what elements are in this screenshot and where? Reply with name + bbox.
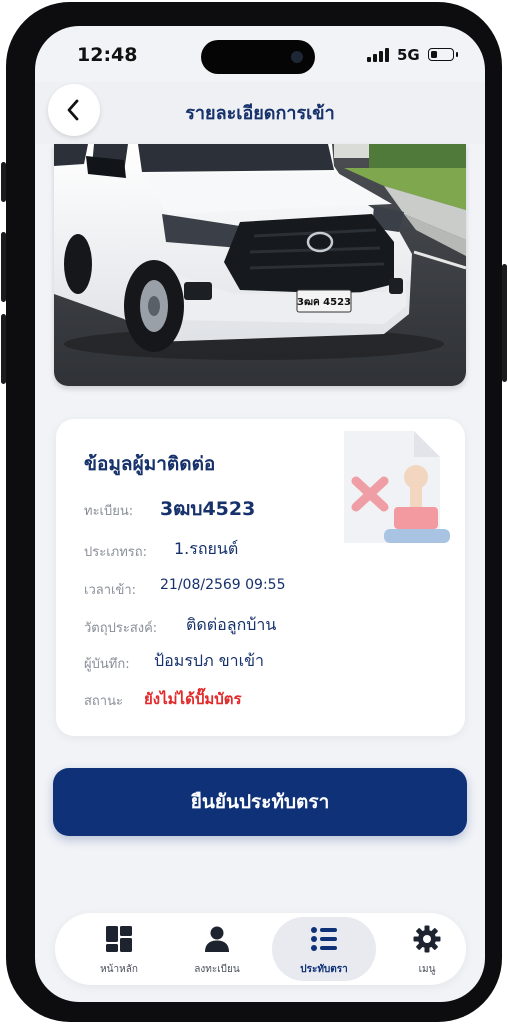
nav-item-register[interactable]: ลงทะเบียน bbox=[165, 917, 269, 981]
field-value-vehicle-type: 1.รถยนต์ bbox=[174, 539, 239, 558]
chevron-left-icon bbox=[67, 99, 79, 121]
dynamic-island bbox=[201, 40, 315, 74]
list-icon bbox=[311, 927, 337, 951]
camera-icon bbox=[291, 51, 303, 63]
vehicle-photo: 3ฒค 4523 bbox=[54, 144, 466, 386]
nav-label-menu: เมนู bbox=[418, 964, 436, 975]
volume-up-button bbox=[1, 232, 6, 302]
nav-label-register: ลงทะเบียน bbox=[194, 964, 240, 975]
user-icon bbox=[205, 926, 229, 952]
field-value-entry-time: 21/08/2569 09:55 bbox=[160, 577, 286, 593]
nav-item-home[interactable]: หน้าหลัก bbox=[67, 917, 171, 981]
bottom-nav: หน้าหลัก ลงทะเบียน ประทับตรา เมนู bbox=[55, 913, 466, 985]
field-value-recorder: ป้อมรปภ ขาเข้า bbox=[154, 651, 265, 670]
nav-item-menu[interactable]: เมนู bbox=[375, 917, 479, 981]
visitor-info-card: ข้อมูลผู้มาติดต่อ ทะเบียน: 3ฒบ4523 ประเภ… bbox=[56, 419, 465, 736]
gear-icon bbox=[413, 925, 441, 953]
field-value-purpose: ติดต่อลูกบ้าน bbox=[186, 615, 277, 634]
field-label: ผู้บันทึก: bbox=[84, 657, 130, 672]
battery-icon bbox=[428, 48, 458, 61]
card-title: ข้อมูลผู้มาติดต่อ bbox=[84, 453, 216, 475]
field-value-plate: 3ฒบ4523 bbox=[160, 498, 256, 520]
phone-frame: 12:48 5G รายละเอียดการเข้า 3ฒค 4523 ข้อม… bbox=[1, 2, 507, 1022]
page-title: รายละเอียดการเข้า bbox=[185, 103, 335, 124]
header-bar: รายละเอียดการเข้า bbox=[35, 82, 485, 144]
field-label: เวลาเข้า: bbox=[84, 583, 137, 598]
field-label: สถานะ bbox=[84, 694, 123, 709]
network-type: 5G bbox=[397, 46, 420, 64]
field-label: ทะเบียน: bbox=[84, 504, 134, 519]
stamp-reject-icon bbox=[344, 431, 450, 543]
status-time: 12:48 bbox=[77, 44, 138, 66]
battery-level bbox=[431, 51, 437, 58]
vehicle-image: 3ฒค 4523 bbox=[54, 144, 466, 386]
confirm-stamp-button[interactable]: ยืนยันประทับตรา bbox=[53, 768, 467, 836]
field-label: วัตถุประสงค์: bbox=[84, 621, 158, 636]
status-badge: ยังไม่ได้ปั๊มบัตร bbox=[144, 690, 242, 708]
nav-label-stamp: ประทับตรา bbox=[300, 964, 348, 975]
nav-item-stamp[interactable]: ประทับตรา bbox=[272, 917, 376, 981]
license-plate-text: 3ฒค 4523 bbox=[297, 297, 351, 308]
app-screen: 12:48 5G รายละเอียดการเข้า 3ฒค 4523 ข้อม… bbox=[35, 26, 485, 1002]
dashboard-icon bbox=[106, 926, 132, 952]
silent-switch bbox=[1, 162, 6, 202]
status-bar: 12:48 5G bbox=[35, 26, 485, 84]
volume-down-button bbox=[1, 314, 6, 384]
nav-label-home: หน้าหลัก bbox=[100, 964, 138, 975]
power-button bbox=[502, 264, 507, 382]
field-label: ประเภทรถ: bbox=[84, 545, 148, 560]
signal-icon bbox=[367, 48, 389, 62]
back-button[interactable] bbox=[48, 84, 100, 136]
